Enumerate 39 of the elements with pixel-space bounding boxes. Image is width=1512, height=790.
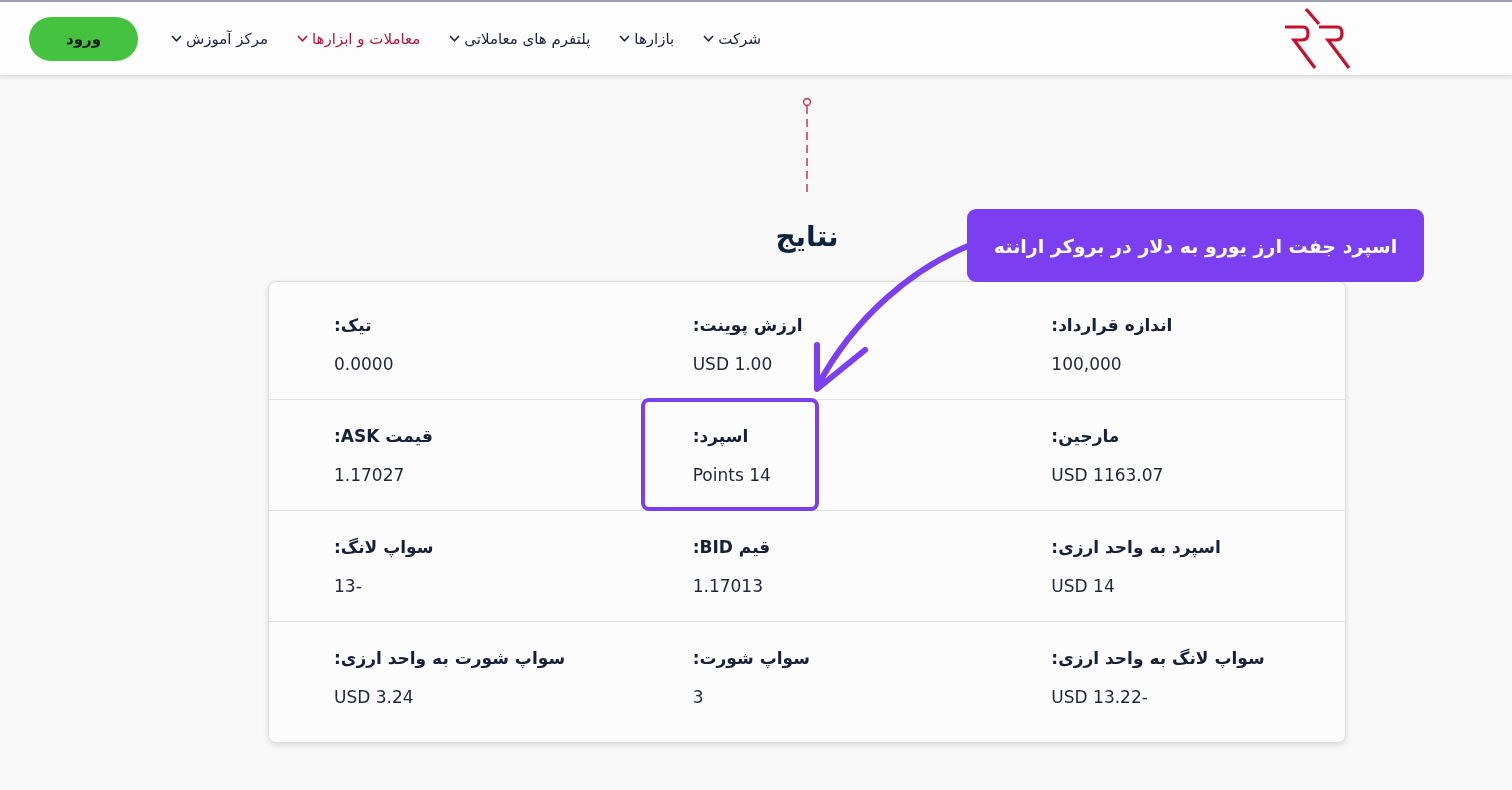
field-value: 3 [692, 686, 705, 709]
field-label: سواپ لانگ: [334, 536, 435, 559]
field-label: اسپرد: [692, 425, 750, 448]
field-label: ارزش پوینت: [692, 314, 804, 337]
field-label: تیک: [334, 314, 373, 337]
chevron-down-icon [703, 35, 715, 42]
field-value: USD 14 [1051, 575, 1116, 598]
field-label: قیم BID: [692, 536, 772, 559]
field-label: سواپ شورت: [692, 647, 811, 670]
field-label: سواپ شورت به واحد ارزی: [334, 647, 567, 670]
annotation-callout: اسپرد جفت ارز یورو به دلار در بروکر ارانته [967, 209, 1424, 282]
field-label: قیمت ASK: [334, 425, 434, 448]
login-button[interactable]: ورود [29, 16, 138, 61]
chevron-down-icon [297, 35, 308, 42]
nav-link[interactable]: معاملات و ابزارها [297, 27, 421, 50]
results-title: نتایج [775, 219, 839, 255]
nav-link[interactable]: بازارها [619, 27, 675, 50]
field-label: مارجین: [1051, 425, 1121, 448]
chevron-down-icon [619, 35, 631, 42]
nav-link[interactable]: پلتفرم های معاملاتی [449, 27, 591, 50]
field-value: 1.17013 [692, 575, 764, 598]
nav-link[interactable]: مرکز آموزش [171, 27, 268, 50]
field-value: USD 13.22- [1051, 686, 1149, 709]
field-label: اندازه قرارداد: [1051, 314, 1174, 337]
field-value: 13- [334, 575, 363, 598]
field-label: سواپ لانگ به واحد ارزی: [1051, 647, 1266, 670]
field-value: USD 1.00 [692, 353, 774, 376]
field-value: 1.17027 [334, 464, 406, 487]
field-value: 100,000 [1051, 353, 1123, 376]
nav-link[interactable]: شرکت [703, 27, 761, 50]
dashed-pin-icon [802, 97, 812, 193]
field-label: اسپرد به واحد ارزی: [1051, 536, 1222, 559]
field-value: Points 14 [692, 464, 772, 487]
chevron-down-icon [171, 35, 182, 42]
field-value: USD 3.24 [334, 686, 415, 709]
logo-icon[interactable] [1283, 7, 1353, 70]
chevron-down-icon [449, 35, 461, 42]
field-value: USD 1163.07 [1051, 464, 1165, 487]
field-value: 0.0000 [334, 353, 395, 376]
